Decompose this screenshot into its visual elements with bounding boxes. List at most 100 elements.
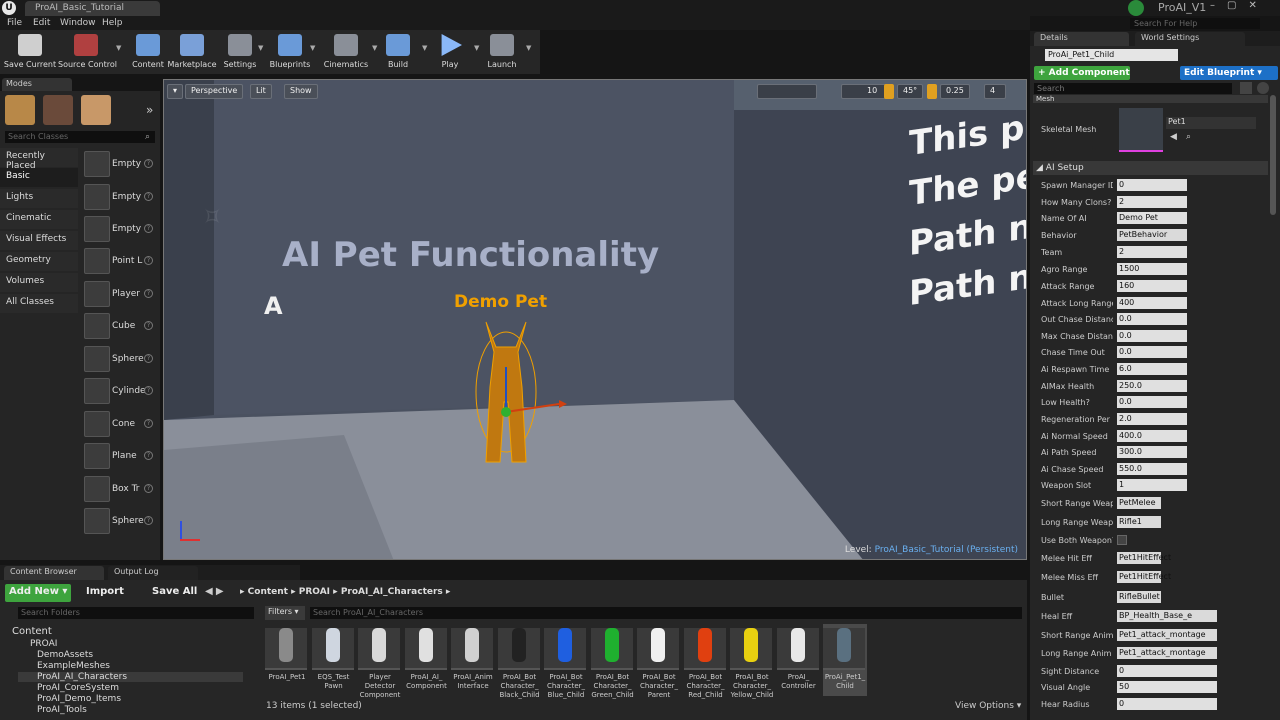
tree-item-coresystem[interactable]: ProAI_CoreSystem: [37, 683, 119, 693]
place-mode-icon[interactable]: [5, 95, 35, 125]
place-item-box-trigger[interactable]: Box Tr?: [84, 476, 156, 506]
property-field[interactable]: 250.0: [1117, 380, 1187, 392]
tab-output-log[interactable]: Output Log: [108, 566, 198, 580]
skeletal-mesh-dropdown[interactable]: Pet1: [1166, 117, 1256, 129]
property-field[interactable]: 0: [1117, 179, 1187, 191]
property-field[interactable]: 0: [1117, 665, 1217, 677]
place-item-point-light[interactable]: Point L?: [84, 248, 156, 278]
category-basic[interactable]: Basic: [0, 168, 78, 187]
asset-tile[interactable]: ProAI_Bot Character_ Yellow_Child: [730, 624, 774, 699]
place-item-cylinder[interactable]: Cylinde?: [84, 378, 156, 408]
property-dropdown[interactable]: PetMelee: [1117, 497, 1161, 509]
add-component-button[interactable]: + Add Component ▾: [1034, 66, 1130, 92]
help-icon[interactable]: ?: [144, 192, 153, 201]
camera-speed-button[interactable]: 4: [984, 84, 1006, 99]
breadcrumb-ai-characters[interactable]: ProAI_AI_Characters: [341, 587, 443, 597]
property-field[interactable]: Demo Pet: [1117, 212, 1187, 224]
place-item-empty-character[interactable]: Empty?: [84, 184, 156, 214]
asset-tile[interactable]: ProAI_AI_ Component: [404, 624, 449, 696]
property-dropdown[interactable]: Pet1HitEffect: [1117, 552, 1171, 564]
property-field[interactable]: 1: [1117, 479, 1187, 491]
place-item-sphere[interactable]: Sphere?: [84, 346, 156, 376]
search-assets-input[interactable]: Search ProAI_AI_Characters: [310, 607, 1022, 619]
warning-icon[interactable]: [884, 84, 894, 99]
visibility-eye-icon[interactable]: [1257, 82, 1269, 94]
property-field[interactable]: 0.0: [1117, 346, 1187, 358]
transform-tools[interactable]: [757, 84, 817, 99]
scale-snap-icon[interactable]: [927, 84, 937, 99]
tree-item-examplemeshes[interactable]: ExampleMeshes: [37, 661, 110, 671]
asset-tile[interactable]: ProAI_Pet1: [265, 624, 309, 696]
use-both-weapon-checkbox[interactable]: [1117, 535, 1127, 545]
modes-tab[interactable]: Modes: [2, 78, 72, 91]
save-current-button[interactable]: Save Current: [2, 32, 58, 72]
level-tab[interactable]: ProAI_Basic_Tutorial: [25, 1, 160, 16]
property-field[interactable]: 0.0: [1117, 330, 1187, 342]
property-field[interactable]: 400.0: [1117, 430, 1187, 442]
tab-content-browser[interactable]: Content Browser: [4, 566, 104, 580]
rotation-snap-button[interactable]: 45°: [897, 84, 923, 99]
launch-button[interactable]: Launch: [474, 32, 530, 72]
source-control-status-icon[interactable]: [1128, 0, 1144, 16]
search-classes-input[interactable]: Search Classes: [5, 131, 155, 143]
edit-blueprint-button[interactable]: Edit Blueprint ▾: [1180, 66, 1278, 80]
tree-item-proai[interactable]: PROAI: [30, 639, 57, 649]
back-arrow-icon[interactable]: ◀ ▶: [205, 586, 224, 597]
help-icon[interactable]: ?: [144, 484, 153, 493]
search-help-input[interactable]: Search For Help: [1130, 18, 1260, 29]
help-icon[interactable]: ?: [144, 516, 153, 525]
category-geometry[interactable]: Geometry: [0, 252, 78, 271]
place-item-cube[interactable]: Cube?: [84, 313, 156, 343]
place-item-cone[interactable]: Cone?: [84, 411, 156, 441]
property-dropdown[interactable]: Rifle1: [1117, 516, 1161, 528]
window-controls[interactable]: –▢✕: [1210, 0, 1269, 11]
build-button[interactable]: Build: [370, 32, 426, 72]
actor-name-field[interactable]: ProAi_Pet1_Child: [1045, 49, 1178, 61]
help-icon[interactable]: ?: [144, 451, 153, 460]
perspective-button[interactable]: Perspective: [185, 84, 244, 99]
help-icon[interactable]: ?: [144, 386, 153, 395]
landscape-mode-icon[interactable]: [81, 95, 111, 125]
help-icon[interactable]: ?: [144, 354, 153, 363]
asset-tile[interactable]: ProAI_Bot Character_ Red_Child: [683, 624, 728, 699]
menu-window[interactable]: Window: [60, 18, 96, 28]
blueprints-button[interactable]: Blueprints: [262, 32, 318, 72]
category-lights[interactable]: Lights: [0, 189, 78, 208]
property-field[interactable]: 0.0: [1117, 313, 1187, 325]
asset-tile[interactable]: ProAI_ Controller: [776, 624, 821, 696]
property-field[interactable]: 2.0: [1117, 413, 1187, 425]
category-visual-effects[interactable]: Visual Effects: [0, 231, 78, 250]
tab-details[interactable]: Details: [1034, 32, 1129, 46]
help-icon[interactable]: ?: [144, 224, 153, 233]
help-icon[interactable]: ?: [144, 289, 153, 298]
tab-world-settings[interactable]: World Settings: [1135, 32, 1245, 46]
asset-tile[interactable]: ProAi_Pet1_ Child: [823, 624, 867, 696]
property-field[interactable]: 0.0: [1117, 396, 1187, 408]
import-button[interactable]: Import: [82, 584, 128, 602]
tree-item-content[interactable]: Content: [12, 626, 52, 637]
place-item-empty-pawn[interactable]: Empty?: [84, 216, 156, 246]
category-all-classes[interactable]: All Classes: [0, 294, 78, 313]
settings-button[interactable]: Settings: [212, 32, 268, 72]
category-recently-placed[interactable]: Recently Placed: [0, 148, 78, 171]
property-dropdown[interactable]: Pet1_attack_montage: [1117, 629, 1217, 641]
help-icon[interactable]: ?: [144, 321, 153, 330]
category-volumes[interactable]: Volumes: [0, 273, 78, 292]
scale-snap-button[interactable]: 0.25: [940, 84, 970, 99]
use-selected-arrow-icon[interactable]: ◀: [1170, 132, 1177, 142]
asset-tile[interactable]: ProAI_Bot Character_ Green_Child: [590, 624, 635, 699]
category-cinematic[interactable]: Cinematic: [0, 210, 78, 229]
property-field[interactable]: 0: [1117, 698, 1217, 710]
save-all-button[interactable]: Save All: [148, 584, 201, 602]
chevron-down-icon[interactable]: ▼: [310, 44, 315, 52]
section-ai-setup[interactable]: ◢ AI Setup: [1033, 161, 1268, 175]
unreal-logo-icon[interactable]: U: [2, 1, 16, 15]
paint-mode-icon[interactable]: [43, 95, 73, 125]
tree-item-tools[interactable]: ProAI_Tools: [37, 705, 87, 715]
pet-actor[interactable]: [464, 312, 574, 472]
property-field[interactable]: 2: [1117, 196, 1187, 208]
property-dropdown[interactable]: PetBehavior: [1117, 229, 1187, 241]
section-mesh[interactable]: Mesh: [1033, 95, 1268, 103]
asset-tile[interactable]: ProAI_Bot Character_ Parent: [637, 624, 681, 699]
property-field[interactable]: 1500: [1117, 263, 1187, 275]
